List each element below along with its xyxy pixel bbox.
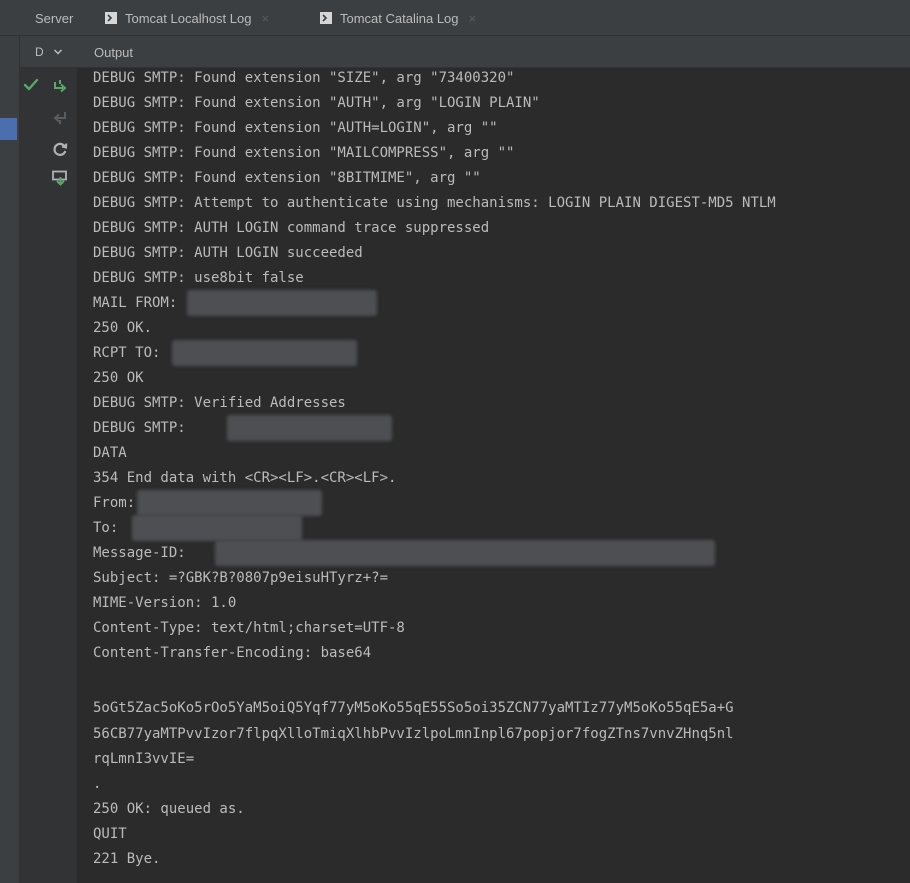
log-line: Subject: =?GBK?B?0807p9eisuHTyrz+?= [93, 570, 389, 586]
log-line: Content-Type: text/html;charset=UTF-8 [93, 620, 405, 636]
redacted-to [132, 515, 302, 541]
redacted-message-id [215, 540, 715, 566]
tab-tomcat-catalina-log[interactable]: Tomcat Catalina Log × [320, 0, 476, 36]
log-line: DEBUG SMTP: AUTH LOGIN succeeded [93, 245, 363, 261]
tab-bar: Server Tomcat Localhost Log × Tomcat Cat… [0, 0, 910, 36]
log-line: DEBUG SMTP: Attempt to authenticate usin… [93, 195, 776, 211]
deploy-arrow-icon[interactable] [51, 78, 69, 96]
console-output[interactable]: DEBUG SMTP: Found extension "SIZE", arg … [77, 68, 910, 883]
log-line: . [93, 776, 102, 792]
update-icon[interactable] [51, 169, 69, 187]
log-line: DEBUG SMTP: AUTH LOGIN command trace sup… [93, 220, 490, 236]
tab-server-label: Server [35, 10, 74, 26]
log-line: RCPT TO: [93, 345, 161, 361]
close-icon[interactable]: × [469, 11, 477, 26]
console-icon [105, 12, 117, 24]
output-label: Output [94, 44, 134, 60]
log-line: DEBUG SMTP: use8bit false [93, 270, 304, 286]
redacted-verified-address [227, 415, 392, 441]
log-line: DEBUG SMTP: Verified Addresses [93, 395, 346, 411]
deployment-dropdown[interactable]: D [35, 36, 63, 68]
log-line: DEBUG SMTP: Found extension "SIZE", arg … [93, 70, 515, 86]
log-line: QUIT [93, 826, 127, 842]
log-line: MIME-Version: 1.0 [93, 595, 237, 611]
log-line: 56CB77yaMTPvvIzor7flpqXlloTmiqXlhbPvvIzl… [93, 726, 734, 742]
left-tool-strip [0, 36, 20, 883]
output-toolbar: D Output [20, 36, 910, 68]
close-icon[interactable]: × [261, 11, 269, 26]
log-line: 250 OK [93, 370, 144, 386]
redacted-from [137, 490, 322, 516]
log-line: DATA [93, 445, 127, 461]
log-line: Content-Transfer-Encoding: base64 [93, 645, 372, 661]
redacted-rcpt-to [172, 340, 357, 366]
check-icon [23, 78, 39, 91]
selected-item-marker[interactable] [0, 118, 17, 140]
console-icon [320, 12, 332, 24]
log-line: From: [93, 495, 136, 511]
log-line: 250 OK: queued as. [93, 801, 245, 817]
log-line: MAIL FROM: [93, 295, 178, 311]
redacted-mail-from [187, 290, 377, 316]
log-line: Message-ID: [93, 545, 186, 561]
tab-tomcat-localhost-log[interactable]: Tomcat Localhost Log × [105, 0, 269, 36]
log-line: DEBUG SMTP: Found extension "8BITMIME", … [93, 170, 481, 186]
log-line: rqLmnI3vvIE= [93, 751, 195, 767]
log-line: 354 End data with <CR><LF>.<CR><LF>. [93, 470, 397, 486]
tab-server[interactable]: Server [35, 0, 73, 36]
log-line: 221 Bye. [93, 851, 161, 867]
undeploy-arrow-icon[interactable] [51, 108, 69, 126]
refresh-icon[interactable] [51, 140, 69, 158]
log-line: DEBUG SMTP: Found extension "AUTH", arg … [93, 95, 540, 111]
deployment-dropdown-label: D [35, 45, 44, 59]
tab-tomcat-catalina-log-label: Tomcat Catalina Log [340, 10, 459, 26]
action-gutter [20, 68, 77, 883]
log-line: DEBUG SMTP: Found extension "AUTH=LOGIN"… [93, 120, 498, 136]
tab-tomcat-localhost-log-label: Tomcat Localhost Log [125, 10, 252, 26]
log-line: DEBUG SMTP: [93, 420, 186, 436]
log-line: DEBUG SMTP: Found extension "MAILCOMPRES… [93, 145, 515, 161]
log-line: To: [93, 520, 119, 536]
chevron-down-icon [53, 49, 62, 55]
log-line: 5oGt5Zac5oKo5rOo5YaM5oiQ5Yqf77yM5oKo55qE… [93, 700, 734, 716]
log-line: 250 OK. [93, 320, 153, 336]
